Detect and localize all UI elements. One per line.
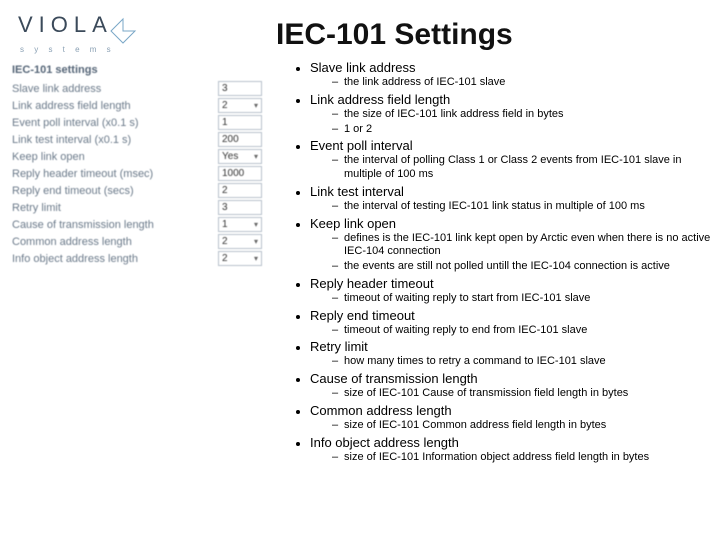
panel-row-select[interactable]: 2▾ [218,251,262,266]
list-item-title: Retry limit [310,339,368,354]
panel-row: Slave link address 3 [12,80,262,97]
list-item: Reply end timeouttimeout of waiting repl… [310,308,716,338]
list-item-sub: defines is the IEC-101 link kept open by… [332,232,716,260]
panel-row-select[interactable]: 2▾ [218,234,262,249]
panel-row: Link address field length 2▾ [12,97,262,114]
panel-row-label: Cause of transmission length [12,219,212,231]
panel-row: Reply end timeout (secs) 2 [12,182,262,199]
list-item-sub: size of IEC-101 Common address field len… [332,419,716,433]
list-item-title: Common address length [310,403,452,418]
panel-row-input[interactable]: 200 [218,132,262,147]
panel-row-input[interactable]: 2 [218,183,262,198]
list-item: Event poll intervalthe interval of polli… [310,138,716,182]
list-item-title: Slave link address [310,60,416,75]
page-title: IEC-101 Settings [276,18,513,52]
list-item-sub: how many times to retry a command to IEC… [332,355,716,369]
panel-row-select[interactable]: 2▾ [218,98,262,113]
panel-row-label: Event poll interval (x0.1 s) [12,117,212,129]
list-item-title: Event poll interval [310,138,413,153]
logo: VIOLA s y s t e m s [18,12,139,54]
panel-row: Cause of transmission length 1▾ [12,216,262,233]
panel-row-input[interactable]: 3 [218,200,262,215]
chevron-down-icon: ▾ [254,237,258,246]
list-item-title: Link address field length [310,92,450,107]
panel-row: Common address length 2▾ [12,233,262,250]
list-item: Retry limithow many times to retry a com… [310,339,716,369]
panel-row-input[interactable]: 3 [218,81,262,96]
list-item: Reply header timeouttimeout of waiting r… [310,276,716,306]
list-item-sub: the size of IEC-101 link address field i… [332,108,716,122]
panel-row: Link test interval (x0.1 s) 200 [12,131,262,148]
panel-row-input[interactable]: 1 [218,115,262,130]
list-item-sub: the interval of polling Class 1 or Class… [332,154,716,182]
list-item: Keep link opendefines is the IEC-101 lin… [310,216,716,274]
panel-row: Event poll interval (x0.1 s) 1 [12,114,262,131]
panel-row-label: Retry limit [12,202,212,214]
list-item: Link address field lengththe size of IEC… [310,92,716,137]
list-item-sub: 1 or 2 [332,123,716,137]
list-item: Common address lengthsize of IEC-101 Com… [310,403,716,433]
list-item-title: Keep link open [310,216,396,231]
panel-row: Retry limit 3 [12,199,262,216]
list-item: Info object address lengthsize of IEC-10… [310,435,716,465]
panel-header: IEC-101 settings [12,64,262,76]
list-item-sub: the link address of IEC-101 slave [332,76,716,90]
chevron-down-icon: ▾ [254,254,258,263]
logo-star-icon [109,17,139,47]
panel-row-label: Link test interval (x0.1 s) [12,134,212,146]
panel-row-label: Reply header timeout (msec) [12,168,212,180]
list-item-sub: timeout of waiting reply to start from I… [332,292,716,306]
list-item-sub: the interval of testing IEC-101 link sta… [332,200,716,214]
panel-row-label: Slave link address [12,83,212,95]
list-item-title: Cause of transmission length [310,371,478,386]
list-item: Link test intervalthe interval of testin… [310,184,716,214]
chevron-down-icon: ▾ [254,220,258,229]
list-item-title: Info object address length [310,435,459,450]
panel-row-label: Keep link open [12,151,212,163]
settings-panel: IEC-101 settings Slave link address3Link… [12,64,262,267]
panel-row-label: Reply end timeout (secs) [12,185,212,197]
list-item-sub: the events are still not polled untill t… [332,260,716,274]
panel-row-select[interactable]: 1▾ [218,217,262,232]
panel-row-select[interactable]: Yes▾ [218,149,262,164]
list-item-sub: timeout of waiting reply to end from IEC… [332,324,716,338]
list-item-title: Link test interval [310,184,404,199]
list-item: Cause of transmission lengthsize of IEC-… [310,371,716,401]
panel-row: Reply header timeout (msec) 1000 [12,165,262,182]
panel-row: Info object address length 2▾ [12,250,262,267]
settings-description: Slave link addressthe link address of IE… [290,60,716,466]
panel-row-label: Info object address length [12,253,212,265]
list-item: Slave link addressthe link address of IE… [310,60,716,90]
chevron-down-icon: ▾ [254,101,258,110]
logo-brand: VIOLA [18,12,113,37]
panel-row-input[interactable]: 1000 [218,166,262,181]
panel-row: Keep link open Yes▾ [12,148,262,165]
chevron-down-icon: ▾ [254,152,258,161]
list-item-sub: size of IEC-101 Cause of transmission fi… [332,387,716,401]
panel-row-label: Link address field length [12,100,212,112]
panel-row-label: Common address length [12,236,212,248]
list-item-title: Reply header timeout [310,276,434,291]
list-item-title: Reply end timeout [310,308,415,323]
list-item-sub: size of IEC-101 Information object addre… [332,451,716,465]
